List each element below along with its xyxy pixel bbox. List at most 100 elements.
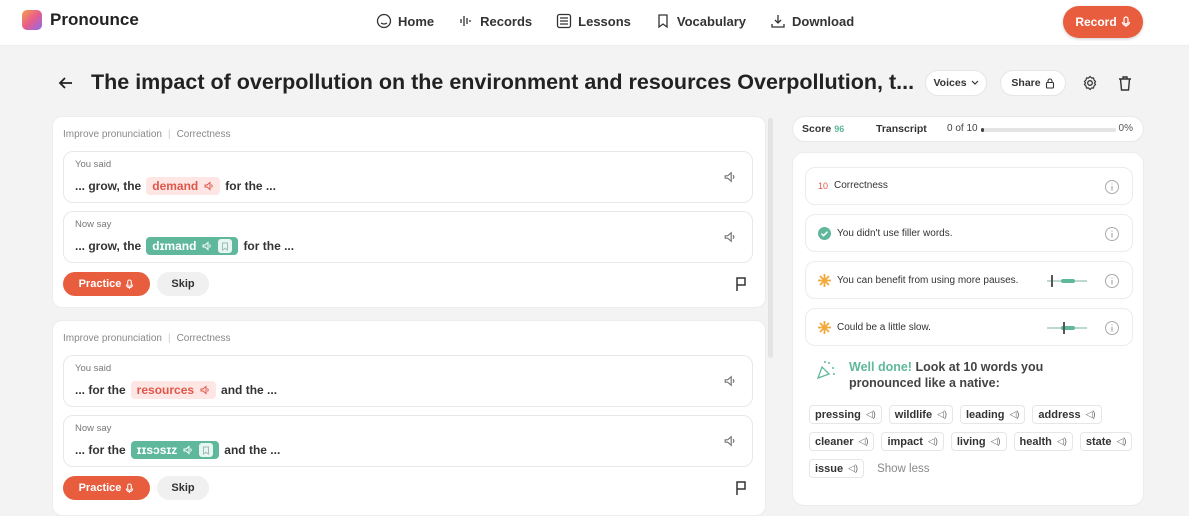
back-arrow-icon[interactable] [56, 73, 76, 93]
pauses-text: You can benefit from using more pauses. [837, 275, 1019, 286]
microphone-icon [126, 278, 134, 289]
correctness-score: 10 [818, 180, 829, 191]
tab-transcript[interactable]: Transcript [876, 123, 927, 135]
bookmark-icon [658, 14, 668, 29]
main-nav: Home Records Lessons Vocabulary Download [376, 13, 854, 29]
record-button[interactable]: Record [1063, 6, 1143, 38]
play-audio-icon[interactable] [724, 231, 736, 243]
speaker-icon [200, 385, 209, 395]
share-button[interactable]: Share [1000, 70, 1066, 96]
slider-knob [1063, 322, 1065, 334]
said-after: and the ... [221, 383, 278, 397]
word-chip-label: address [1038, 408, 1081, 421]
now-say-label: Now say [75, 423, 112, 434]
bookmark-word-icon[interactable] [199, 443, 214, 457]
nav-vocabulary[interactable]: Vocabulary [655, 13, 746, 29]
mispronounced-word[interactable]: resources [130, 381, 217, 399]
nav-home[interactable]: Home [376, 13, 434, 29]
word-chip[interactable]: living ◁) [950, 432, 1007, 451]
home-icon [376, 13, 392, 29]
speaker-icon: ◁) [858, 436, 869, 446]
voices-dropdown[interactable]: Voices [925, 70, 987, 96]
tag-improve: Improve pronunciation [63, 129, 162, 140]
skip-button[interactable]: Skip [157, 272, 209, 296]
play-audio-icon[interactable] [724, 171, 736, 183]
mispronounced-word-text: demand [152, 179, 199, 193]
you-said-box: You said ... for the resources and the .… [63, 355, 753, 407]
score-value: 96 [834, 124, 845, 134]
word-chip[interactable]: cleaner ◁) [809, 432, 875, 451]
list-icon [557, 13, 572, 29]
practice-button[interactable]: Practice [63, 272, 150, 296]
download-icon [771, 15, 785, 28]
speed-level-slider [1047, 322, 1087, 334]
delete-button[interactable] [1113, 71, 1137, 95]
info-icon[interactable] [1104, 320, 1120, 336]
correct-pronunciation[interactable]: ɪɪsɔsɪz [130, 441, 220, 459]
mispronounced-word-text: resources [136, 383, 195, 397]
word-chip[interactable]: leading ◁) [959, 405, 1026, 424]
mispronounced-word[interactable]: demand [146, 177, 221, 195]
well-done-prefix: Well done! [849, 360, 912, 374]
tab-score[interactable]: Score 96 [802, 123, 844, 135]
pauses-level-slider [1047, 275, 1087, 287]
bookmark-word-icon[interactable] [218, 239, 233, 253]
sparkle-icon [818, 274, 831, 287]
scrollbar[interactable] [768, 118, 773, 358]
logo[interactable]: Pronounce [22, 10, 139, 30]
feedback-correctness: 10 Correctness [805, 167, 1133, 205]
speaker-icon: ◁) [1085, 409, 1096, 419]
speaker-icon [183, 445, 192, 455]
settings-button[interactable] [1078, 71, 1102, 95]
play-audio-icon[interactable] [724, 375, 736, 387]
feedback-panel: 10 Correctness You didn't use filler word… [792, 152, 1144, 506]
title-bar: The impact of overpollution on the envir… [0, 62, 1189, 104]
word-chip[interactable]: wildlife ◁) [888, 405, 953, 424]
well-done-text: Well done! Look at 10 words you pronounc… [849, 359, 1059, 391]
you-said-sentence: ... for the resources and the ... [75, 381, 277, 399]
flag-icon[interactable] [734, 276, 748, 292]
said-after: for the ... [225, 179, 276, 193]
word-chip[interactable]: state ◁) [1079, 432, 1133, 451]
progress-count: 0 of 10 [947, 123, 978, 134]
top-bar: Pronounce Home Records Lessons Vocabular… [0, 0, 1189, 46]
nav-records-label: Records [480, 13, 533, 29]
word-chip[interactable]: address ◁) [1032, 405, 1102, 424]
skip-button[interactable]: Skip [157, 476, 209, 500]
correct-pronunciation[interactable]: dɪmand [146, 237, 239, 255]
word-chip[interactable]: pressing ◁) [809, 405, 882, 424]
practice-button[interactable]: Practice [63, 476, 150, 500]
tag-correctness: Correctness [176, 333, 231, 344]
info-icon[interactable] [1104, 179, 1120, 195]
info-icon[interactable] [1104, 273, 1120, 289]
say-after: for the ... [243, 239, 295, 253]
tab-score-label: Score [802, 123, 832, 135]
speaker-icon: ◁) [1056, 436, 1067, 446]
feedback-filler: You didn't use filler words. [805, 214, 1133, 252]
nav-lessons[interactable]: Lessons [556, 13, 631, 29]
logo-mark-icon [22, 10, 42, 30]
word-chip[interactable]: issue ◁) [809, 459, 865, 478]
show-less-button[interactable]: Show less [871, 459, 929, 478]
pronunciation-card: Improve pronunciation | Correctness You … [52, 116, 766, 308]
party-icon [816, 361, 835, 380]
phonetic-text: dɪmand [152, 239, 197, 253]
slider-knob [1051, 275, 1053, 287]
waveform-icon [460, 16, 471, 26]
word-chip-label: impact [887, 435, 923, 448]
play-audio-icon[interactable] [724, 435, 736, 447]
filler-text: You didn't use filler words. [837, 228, 953, 239]
microphone-icon [1121, 16, 1130, 27]
word-chip[interactable]: health ◁) [1013, 432, 1073, 451]
feedback-speed: Could be a little slow. [805, 308, 1133, 346]
nav-records[interactable]: Records [458, 13, 532, 29]
flag-icon[interactable] [734, 480, 748, 496]
word-chip-label: state [1085, 435, 1112, 448]
word-chip[interactable]: impact ◁) [881, 432, 944, 451]
nav-download[interactable]: Download [770, 13, 854, 29]
page-title: The impact of overpollution on the envir… [91, 70, 915, 94]
practice-label: Practice [78, 482, 122, 494]
speed-text: Could be a little slow. [837, 322, 931, 333]
info-icon[interactable] [1104, 226, 1120, 242]
tag-separator: | [167, 129, 171, 140]
